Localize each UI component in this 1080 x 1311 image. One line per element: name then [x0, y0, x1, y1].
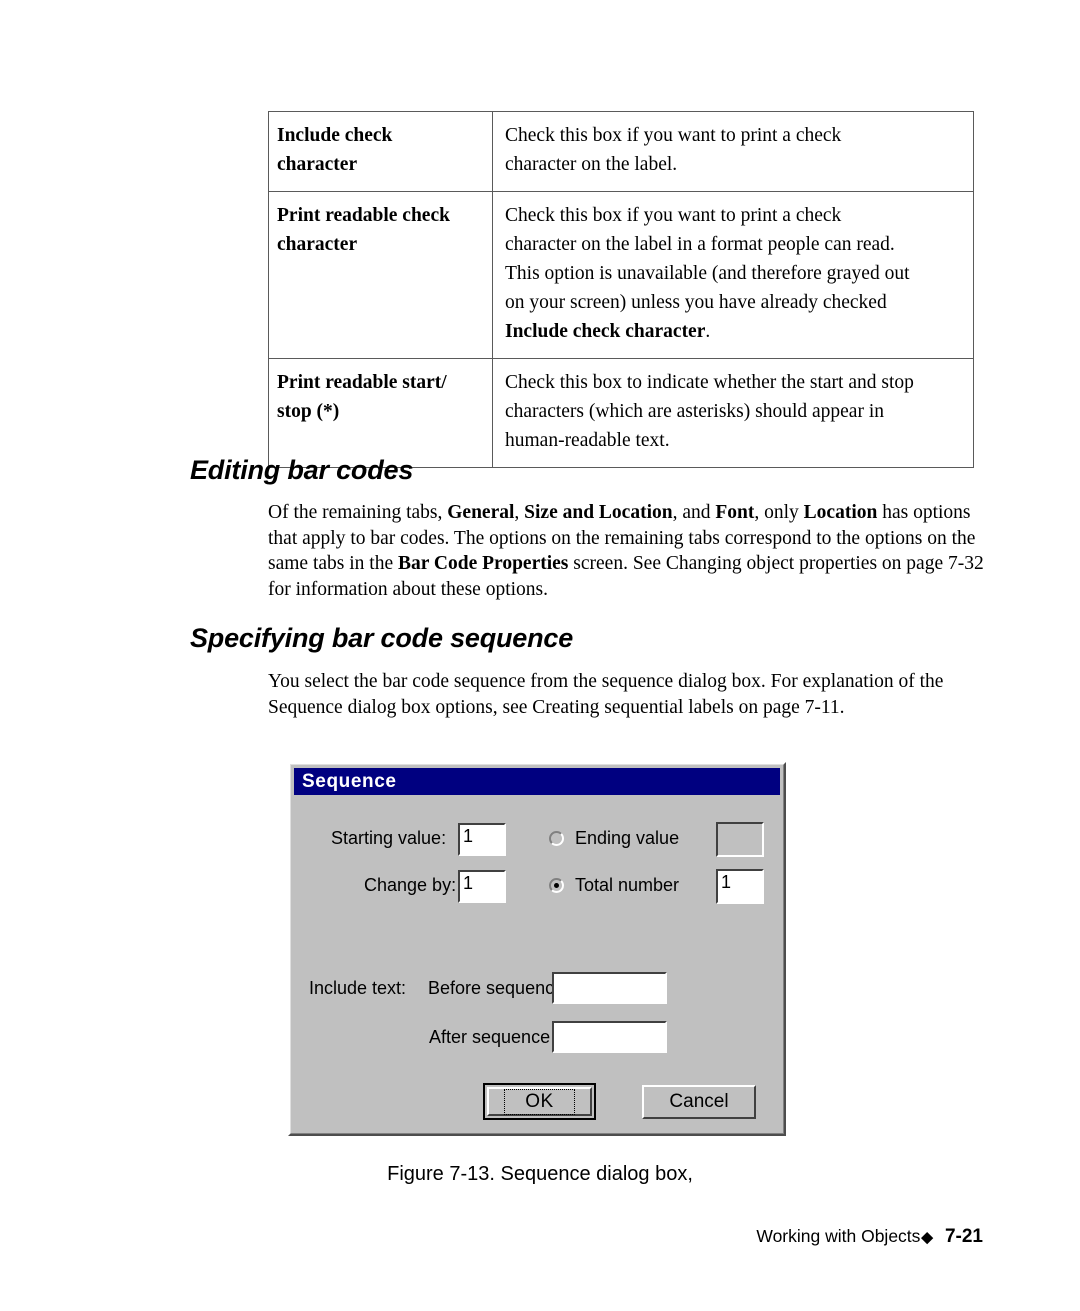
table-cell-term: Include check character [268, 111, 493, 192]
description-line: Check this box if you want to print a ch… [505, 205, 842, 226]
after-sequence-input[interactable] [552, 1021, 667, 1053]
term-line: Include check [277, 125, 393, 146]
description-line: Check this box to indicate whether the s… [505, 372, 914, 393]
sequence-dialog: Sequence Starting value: 1 Change by: 1 … [288, 762, 786, 1136]
term-line: Print readable check [277, 205, 450, 226]
change-by-input[interactable]: 1 [458, 870, 506, 903]
diamond-icon: ◆ [921, 1229, 933, 1246]
table-cell-description: Check this box to indicate whether the s… [492, 358, 974, 468]
ok-button[interactable]: OK [483, 1083, 596, 1120]
term-line: stop (*) [277, 401, 340, 422]
include-text-label: Include text: [309, 978, 407, 998]
ok-button-face: OK [487, 1087, 592, 1116]
table-body: Include check character Check this box i… [268, 111, 974, 468]
change-by-label: Change by: [364, 875, 457, 895]
dialog-title: Sequence [302, 770, 397, 792]
before-sequence-label: Before sequence [428, 978, 565, 998]
cancel-button[interactable]: Cancel [642, 1085, 756, 1119]
paragraph-editing-bar-codes: Of the remaining tabs, General, Size and… [268, 502, 984, 600]
dialog-titlebar: Sequence [294, 768, 780, 795]
total-number-radio-label: Total number [575, 875, 680, 895]
description-line: character on the label in a format peopl… [505, 234, 895, 255]
table-row: Include check character Check this box i… [268, 111, 974, 192]
dialog-inner-frame: Sequence Starting value: 1 Change by: 1 … [290, 764, 784, 1134]
term-line: Print readable start/ [277, 372, 447, 393]
table-cell-description: Check this box if you want to print a ch… [492, 191, 974, 359]
section-heading-specifying-bar-code-sequence: Specifying bar code sequence [190, 623, 574, 653]
section-heading-editing-bar-codes: Editing bar codes [190, 455, 414, 485]
emphasis-text: Include check character [505, 321, 706, 342]
description-line: human-readable text. [505, 430, 670, 451]
after-sequence-label: After sequence [429, 1027, 551, 1047]
total-number-input[interactable]: 1 [716, 869, 764, 904]
page-footer: Working with Objects ◆ 7-21 [756, 1226, 983, 1248]
total-number-radio[interactable]: Total number [549, 875, 679, 896]
before-sequence-input[interactable] [552, 972, 667, 1004]
radio-indicator-off [549, 831, 564, 846]
ending-value-radio-label: Ending value [575, 828, 680, 848]
description-line: This option is unavailable (and therefor… [505, 263, 910, 284]
footer-chapter-label: Working with Objects [756, 1226, 921, 1246]
paragraph-specifying-bar-code-sequence: You select the bar code sequence from th… [268, 671, 944, 718]
radio-indicator-on [549, 878, 564, 893]
bar-code-options-table: Include check character Check this box i… [268, 111, 974, 468]
figure-caption: Figure 7-13. Sequence dialog box, [387, 1163, 693, 1185]
term-line: character [277, 234, 358, 255]
table-row: Print readable check character Check thi… [268, 191, 974, 359]
starting-value-label: Starting value: [331, 828, 447, 848]
table-row: Print readable start/ stop (*) Check thi… [268, 358, 974, 468]
table-cell-term: Print readable check character [268, 191, 493, 359]
ending-value-input[interactable] [716, 822, 764, 857]
term-line: character [277, 154, 358, 175]
description-line: character on the label. [505, 154, 678, 175]
cancel-button-label: Cancel [669, 1091, 729, 1112]
footer-page-number: 7-21 [944, 1226, 983, 1247]
emphasis-suffix: . [705, 321, 711, 342]
ok-button-label: OK [504, 1088, 575, 1115]
description-line: Check this box if you want to print a ch… [505, 125, 842, 146]
table-cell-description: Check this box if you want to print a ch… [492, 111, 974, 192]
table-cell-term: Print readable start/ stop (*) [268, 358, 493, 468]
ending-value-radio[interactable]: Ending value [549, 828, 679, 849]
description-line-emphasis: Include check character. [505, 317, 963, 346]
starting-value-input[interactable]: 1 [458, 823, 506, 856]
description-line: characters (which are asterisks) should … [505, 401, 885, 422]
document-page: Include check character Check this box i… [0, 0, 1080, 1311]
description-line: on your screen) unless you have already … [505, 292, 887, 313]
